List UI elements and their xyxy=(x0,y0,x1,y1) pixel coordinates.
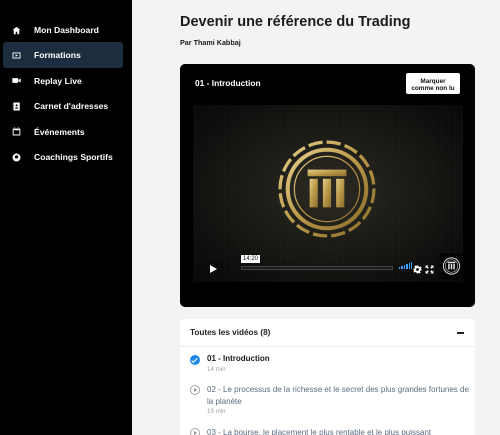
volume-icon[interactable] xyxy=(399,262,413,269)
playlist-item-title: 01 - Introduction xyxy=(207,354,270,363)
playlist-header[interactable]: Toutes les vidéos (8) xyxy=(180,319,475,347)
sidebar-item-label: Événements xyxy=(34,126,85,137)
sidebar-item-label: Formations xyxy=(34,50,81,61)
playlist-item-duration: 14 min xyxy=(207,366,226,373)
sidebar-item-formations[interactable]: Formations xyxy=(3,42,123,69)
video-icon xyxy=(11,50,22,61)
sidebar-item-coachings-sportifs[interactable]: Coachings Sportifs xyxy=(3,144,123,170)
play-button[interactable] xyxy=(202,261,224,276)
sidebar-item-carnet-adresses[interactable]: Carnet d'adresses xyxy=(3,93,123,119)
sidebar-item-label: Carnet d'adresses xyxy=(34,101,109,112)
playlist-item-title: 02 - Le processus de la richesse et le s… xyxy=(207,385,469,406)
address-book-icon xyxy=(11,101,22,112)
sidebar-item-label: Mon Dashboard xyxy=(34,25,99,35)
camera-icon xyxy=(11,75,22,86)
mark-unread-label-line2: comme non lu xyxy=(411,85,455,92)
sidebar-item-replay-live[interactable]: Replay Live xyxy=(3,68,123,94)
video-player[interactable]: 14:20 xyxy=(193,105,463,282)
video-playlist: Toutes les vidéos (8) 01 - Introduction … xyxy=(180,319,475,435)
brand-logo-icon xyxy=(278,140,376,238)
video-title: 01 - Introduction xyxy=(195,78,261,88)
sidebar-item-label: Replay Live xyxy=(34,75,82,86)
mark-unread-button[interactable]: Marquer comme non lu xyxy=(406,73,460,94)
video-controls: 14:20 xyxy=(193,252,463,282)
sport-ball-icon xyxy=(11,152,22,163)
completed-check-icon xyxy=(190,355,200,365)
fullscreen-icon[interactable] xyxy=(425,261,434,274)
course-title: Devenir une référence du Trading xyxy=(180,14,411,30)
sidebar-item-label: Coachings Sportifs xyxy=(34,152,113,163)
video-card: 01 - Introduction Marquer comme non lu 1… xyxy=(180,64,475,307)
playlist-item-duration: 19 min xyxy=(207,408,226,415)
home-icon xyxy=(11,25,22,36)
collapse-minus-icon[interactable] xyxy=(457,332,464,334)
sidebar-item-evenements[interactable]: Événements xyxy=(3,119,123,145)
main-content: Devenir une référence du Trading Par Tha… xyxy=(132,0,500,435)
playlist-item-title: 03 - La bourse, le placement le plus ren… xyxy=(207,428,432,435)
watermark-logo-icon xyxy=(440,253,463,279)
course-author: Par Thami Kabbaj xyxy=(180,38,241,47)
sidebar-item-dashboard[interactable]: Mon Dashboard xyxy=(3,17,123,43)
settings-gear-icon[interactable] xyxy=(413,261,422,274)
playlist-header-label: Toutes les vidéos (8) xyxy=(190,328,271,337)
play-circle-icon xyxy=(190,385,200,395)
calendar-icon xyxy=(11,126,22,137)
current-time-label: 14:20 xyxy=(241,255,261,263)
sidebar: Mon Dashboard Formations Replay Live Car… xyxy=(0,0,132,435)
mark-unread-label-line1: Marquer xyxy=(420,77,446,85)
play-circle-icon xyxy=(190,428,200,435)
progress-bar[interactable] xyxy=(241,266,393,270)
